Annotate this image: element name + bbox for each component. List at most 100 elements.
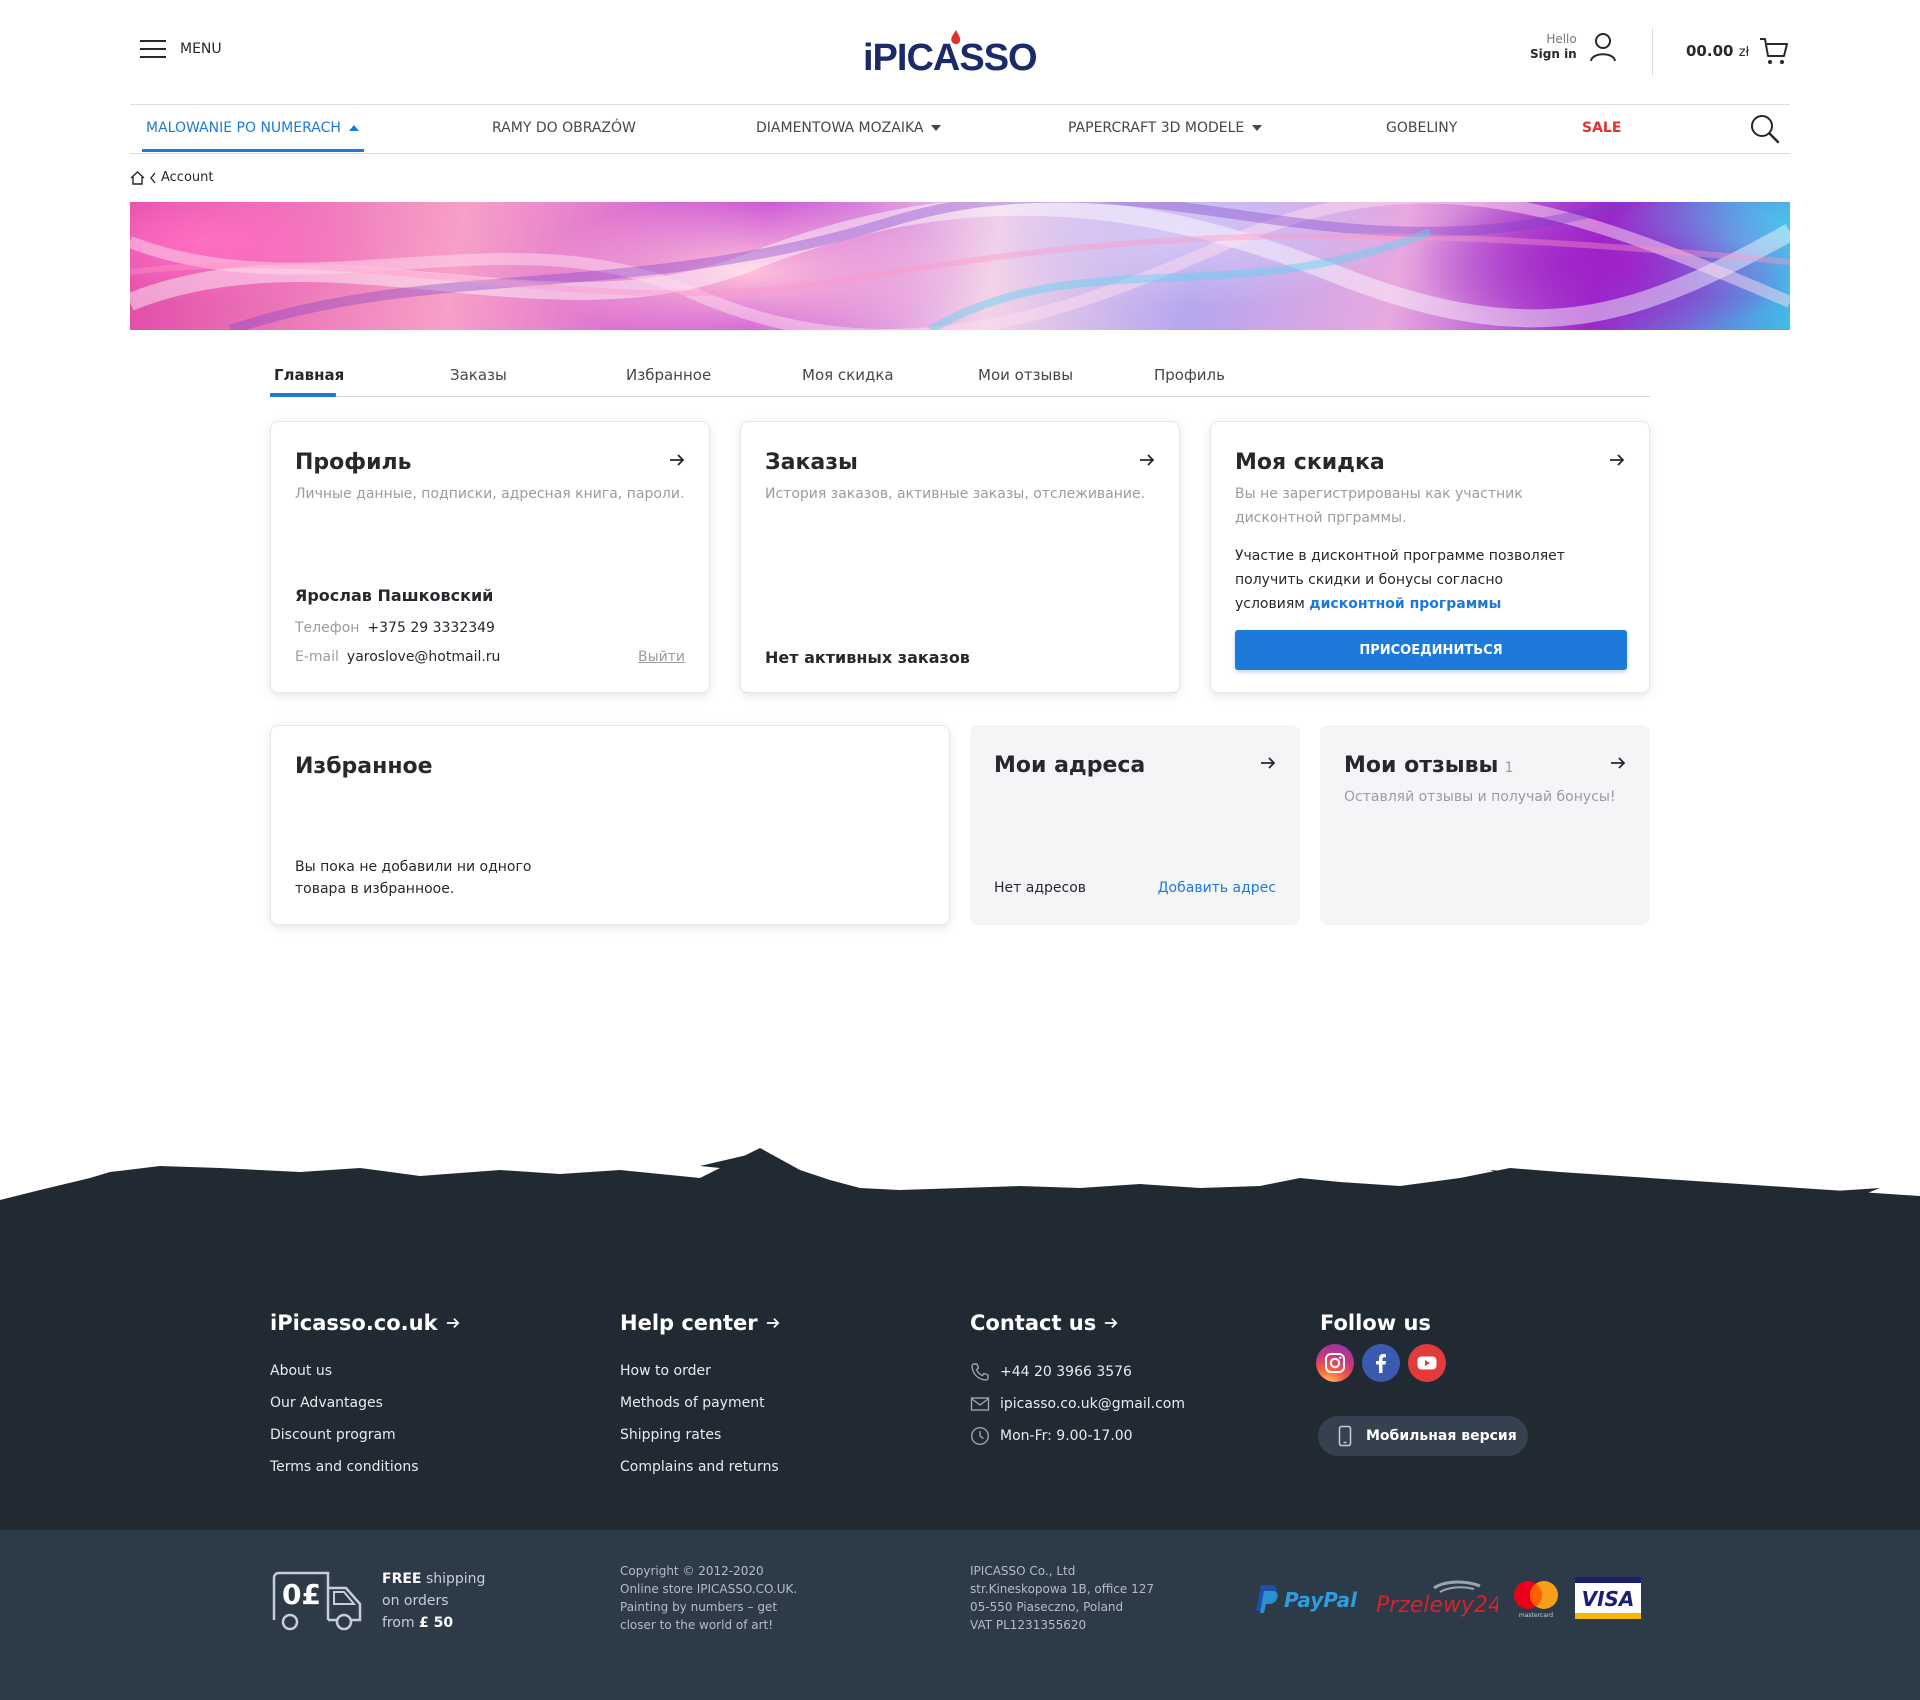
copyright-block: Copyright © 2012-2020 Online store IPICA… (620, 1564, 798, 1632)
free-shipping-text: FREE shipping on orders from £ 50 (382, 1571, 486, 1631)
mail-icon (970, 1397, 990, 1411)
orders-card-title: Заказы (765, 450, 858, 475)
footer-link-how-to-order[interactable]: How to order (620, 1363, 711, 1379)
favorites-card: Избранное Вы пока не добавили ни одного … (270, 725, 950, 925)
nav-item-papercraft[interactable]: PAPERCRAFT 3D MODELE (1068, 120, 1263, 136)
add-address-link[interactable]: Добавить адрес (1158, 880, 1276, 896)
footer-link-returns[interactable]: Complains and returns (620, 1459, 779, 1475)
footer-link-payment[interactable]: Methods of payment (620, 1395, 765, 1411)
cart-icon (1760, 38, 1789, 64)
arrow-right-icon[interactable] (1610, 755, 1626, 771)
mobile-version-button[interactable]: Мобильная версия (1318, 1416, 1528, 1456)
sign-in-link[interactable]: Hello Sign in (1530, 32, 1617, 62)
footer-site-title[interactable]: iPicasso.co.uk (270, 1311, 460, 1335)
discount-card-title: Моя скидка (1235, 450, 1385, 475)
chevron-left-icon (150, 172, 156, 183)
profile-card-subtitle: Личные данные, подписки, адресная книга,… (295, 486, 685, 502)
caret-down-icon (1252, 125, 1263, 131)
email-value: yaroslove@hotmail.ru (346, 649, 501, 665)
join-button[interactable]: ПРИСОЕДИНИТЬСЯ (1235, 630, 1627, 670)
reviews-card: Мои отзывы 1 Оставляй отзывы и получай бо… (1320, 725, 1650, 925)
company-info-block: IPICASSO Co., Ltd str.Kineskopowa 1B, of… (970, 1564, 1154, 1632)
shipping-badge: 0£ (282, 1578, 321, 1611)
discount-description: Участие в дисконтной программе позволяет… (1235, 548, 1565, 612)
free-shipping-info: 0£ FREE shipping on orders from £ 50 (270, 1568, 485, 1634)
email-label: E-mail (295, 649, 339, 665)
tabs-divider (270, 396, 1650, 397)
instagram-icon[interactable] (1316, 1344, 1354, 1382)
banner-brush-strokes (130, 202, 1790, 330)
footer-contact-title[interactable]: Contact us (970, 1311, 1118, 1335)
logout-link[interactable]: Выйти (638, 649, 685, 665)
footer-email[interactable]: ipicasso.co.uk@gmail.com (970, 1394, 1185, 1414)
discount-card: Моя скидка Вы не зарегистрированы как уч… (1210, 421, 1650, 693)
nav-item-malowanie[interactable]: MALOWANIE PO NUMERACH (146, 120, 359, 136)
paypal-logo: PayPal (1256, 1585, 1358, 1613)
header-separator (1652, 28, 1653, 76)
home-icon[interactable] (130, 170, 145, 185)
footer-link-shipping[interactable]: Shipping rates (620, 1427, 721, 1443)
footer-link-terms[interactable]: Terms and conditions (270, 1459, 419, 1475)
tab-orders[interactable]: Заказы (450, 366, 507, 384)
przelewy24-logo: Przelewy24 (1376, 1580, 1498, 1618)
tab-discount[interactable]: Моя скидка (802, 366, 894, 384)
breadcrumb-account[interactable]: Account (161, 170, 214, 185)
arrow-right-icon[interactable] (1260, 755, 1276, 771)
no-orders-text: Нет активных заказов (765, 648, 970, 667)
footer-link-advantages[interactable]: Our Advantages (270, 1395, 383, 1411)
profile-email-row: E-mail yaroslove@hotmail.ru (295, 649, 500, 665)
breadcrumb: Account (130, 170, 214, 185)
cart-button[interactable]: 00.00 zł (1686, 36, 1789, 66)
youtube-icon[interactable] (1408, 1344, 1446, 1382)
favorites-empty-text: Вы пока не добавили ни одного товара в и… (295, 859, 532, 897)
sign-in-text: Sign in (1530, 47, 1577, 61)
header-divider (130, 104, 1790, 105)
facebook-icon[interactable] (1362, 1344, 1400, 1382)
hamburger-icon (140, 38, 166, 60)
reviews-card-subtitle: Оставляй отзывы и получай бонусы! (1344, 789, 1616, 805)
svg-text:Przelewy24: Przelewy24 (1376, 1593, 1498, 1618)
footer-link-about[interactable]: About us (270, 1363, 332, 1379)
cart-total: 00.00 zł (1686, 42, 1750, 60)
svg-text:mastercard: mastercard (1519, 1612, 1553, 1618)
tab-favorites[interactable]: Избранное (626, 366, 711, 384)
arrow-right-icon (1105, 1318, 1118, 1328)
footer-follow-title: Follow us (1320, 1311, 1431, 1335)
svg-text:VISA: VISA (1582, 1587, 1635, 1611)
discount-card-subtitle: Вы не зарегистрированы как участник диск… (1235, 486, 1523, 526)
favorites-card-title: Избранное (295, 754, 433, 779)
orders-card: Заказы История заказов, активные заказы,… (740, 421, 1180, 693)
caret-down-icon (931, 125, 942, 131)
reviews-count: 1 (1504, 760, 1514, 776)
reviews-card-title: Мои отзывы 1 (1344, 753, 1514, 778)
nav-divider (130, 153, 1790, 154)
arrow-right-icon[interactable] (1139, 452, 1155, 468)
phone-icon (971, 1363, 989, 1381)
arrow-right-icon[interactable] (669, 452, 685, 468)
menu-button[interactable]: MENU (140, 38, 222, 60)
delivery-truck-icon: 0£ (272, 1571, 362, 1631)
search-icon[interactable] (1750, 114, 1780, 144)
nav-item-diamentowa[interactable]: DIAMENTOWA MOZAIKA (756, 120, 942, 136)
footer-phone[interactable]: +44 20 3966 3576 (970, 1362, 1132, 1382)
nav-item-gobeliny[interactable]: GOBELINY (1386, 120, 1457, 136)
logo-text: iPICASSO (863, 37, 1037, 76)
tab-active-indicator (270, 393, 336, 397)
arrow-right-icon[interactable] (1609, 452, 1625, 468)
nav-item-ramy[interactable]: RAMY DO OBRAZÓW (492, 120, 636, 136)
clock-icon (970, 1426, 990, 1446)
user-icon (1589, 33, 1616, 62)
discount-program-link[interactable]: дисконтной программы (1309, 596, 1501, 612)
phone-value: +375 29 3332349 (367, 620, 495, 636)
tab-profile[interactable]: Профиль (1154, 366, 1225, 384)
nav-item-sale[interactable]: SALE (1582, 120, 1621, 136)
footer-help-title[interactable]: Help center (620, 1311, 780, 1335)
phone-label: Телефон (295, 620, 360, 636)
addresses-card-title: Мои адреса (994, 753, 1146, 778)
footer-link-discount[interactable]: Discount program (270, 1427, 396, 1443)
tab-reviews[interactable]: Мои отзывы (978, 366, 1073, 384)
mastercard-logo: mastercard (1514, 1581, 1558, 1618)
account-banner (130, 202, 1790, 330)
ipicasso-logo[interactable]: iPICASSO (860, 26, 1060, 76)
tab-home[interactable]: Главная (274, 366, 344, 384)
